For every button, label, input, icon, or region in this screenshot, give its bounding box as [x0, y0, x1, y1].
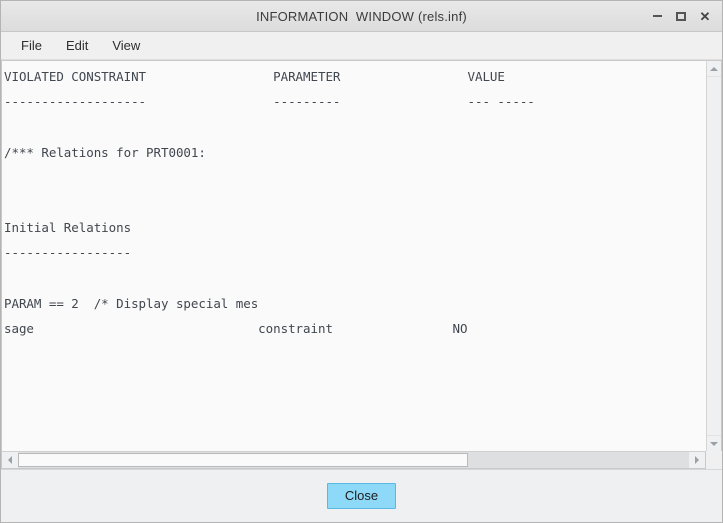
window-controls: ✕ — [646, 1, 716, 31]
information-window: INFORMATION WINDOW (rels.inf) ✕ File Edi… — [0, 0, 723, 523]
content-area: VIOLATED CONSTRAINT PARAMETER VALUE ----… — [1, 60, 722, 469]
menu-bar: File Edit View — [1, 32, 722, 60]
chevron-right-icon — [695, 456, 699, 464]
text-line — [2, 114, 706, 139]
text-line — [2, 190, 706, 215]
scroll-down-button[interactable] — [707, 436, 721, 451]
text-line: PARAM == 2 /* Display special mes — [4, 295, 259, 311]
scroll-up-button[interactable] — [707, 61, 721, 76]
information-text-view[interactable]: VIOLATED CONSTRAINT PARAMETER VALUE ----… — [1, 60, 706, 451]
text-line — [2, 266, 706, 291]
scroll-right-button[interactable] — [689, 452, 705, 468]
window-title: INFORMATION WINDOW (rels.inf) — [256, 8, 467, 24]
minimize-button[interactable] — [646, 5, 668, 27]
text-row: VIOLATED CONSTRAINT PARAMETER VALUE ----… — [1, 60, 722, 451]
menu-item-file[interactable]: File — [10, 35, 53, 57]
horizontal-scroll-track[interactable] — [18, 452, 689, 468]
menu-item-edit[interactable]: Edit — [55, 35, 99, 57]
minimize-icon — [652, 15, 662, 17]
text-line: sage constraint NO — [4, 320, 468, 336]
vertical-scroll-track[interactable] — [707, 76, 721, 436]
close-window-button[interactable]: ✕ — [694, 5, 716, 27]
text-lines: VIOLATED CONSTRAINT PARAMETER VALUE ----… — [2, 64, 706, 451]
title-bar: INFORMATION WINDOW (rels.inf) ✕ — [1, 1, 722, 32]
close-button[interactable]: Close — [326, 483, 397, 509]
chevron-left-icon — [8, 456, 12, 464]
horizontal-scroll-thumb[interactable] — [18, 453, 468, 467]
close-icon: ✕ — [699, 8, 711, 24]
chevron-up-icon — [710, 66, 718, 71]
menu-item-view[interactable]: View — [101, 35, 151, 57]
text-line: ------------------- --------- --- ----- — [4, 94, 535, 110]
chevron-down-icon — [710, 441, 718, 446]
text-line: /*** Relations for PRT0001: — [4, 144, 206, 160]
text-line: Initial Relations — [4, 220, 132, 236]
maximize-icon — [676, 11, 686, 21]
text-line: VIOLATED CONSTRAINT PARAMETER VALUE — [4, 69, 505, 84]
text-line: ----------------- — [4, 245, 132, 261]
text-line — [2, 165, 706, 190]
maximize-button[interactable] — [670, 5, 692, 27]
vertical-scrollbar[interactable] — [706, 60, 722, 451]
scroll-left-button[interactable] — [2, 452, 18, 468]
horizontal-scrollbar[interactable] — [1, 451, 706, 469]
footer-bar: Close — [1, 469, 722, 522]
